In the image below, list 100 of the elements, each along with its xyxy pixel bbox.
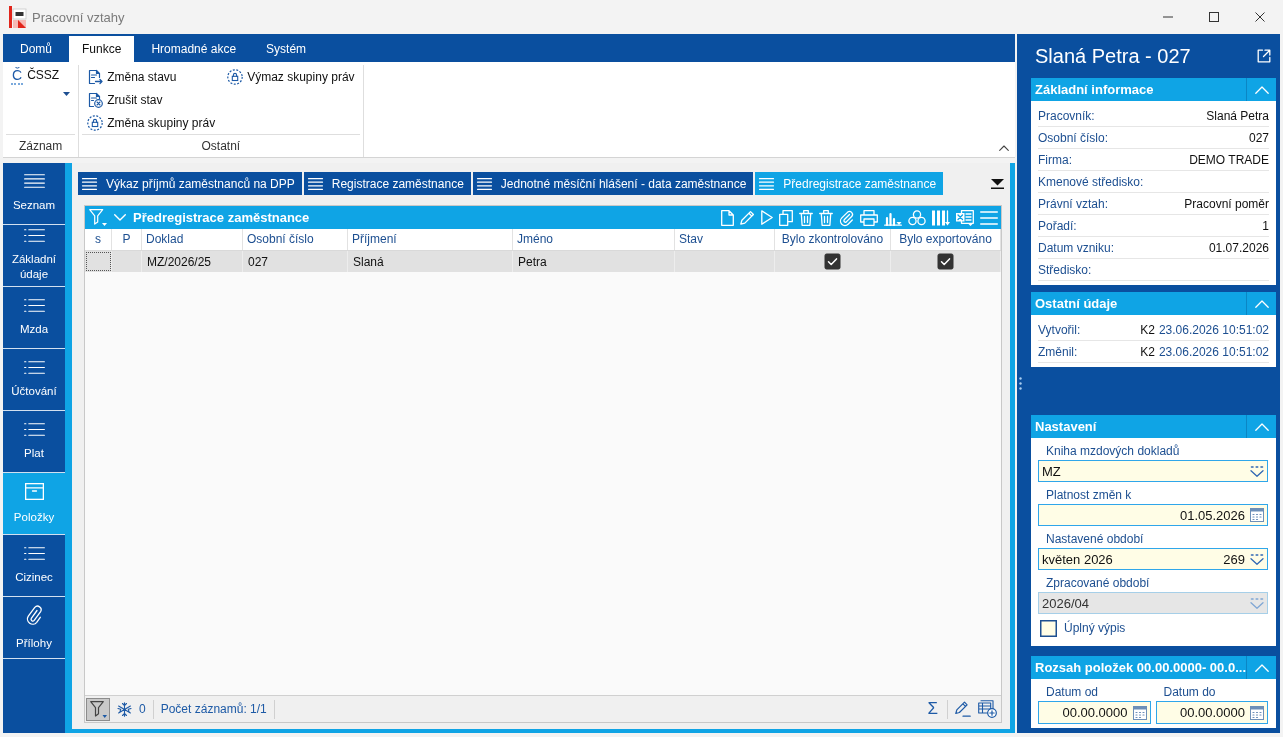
chevron-down-icon[interactable]: [114, 214, 126, 221]
field-label: Datum od: [1045, 684, 1100, 701]
column-header[interactable]: Příjmení: [348, 229, 513, 250]
field-value: DEMO TRADE: [1189, 152, 1269, 167]
chevron-up-icon[interactable]: [999, 145, 1009, 151]
calendar-icon[interactable]: [1250, 705, 1264, 720]
pencil-icon[interactable]: [955, 701, 971, 717]
lines-icon: [23, 174, 45, 188]
caret-down-icon: [63, 92, 71, 96]
field-label: Pořadí:: [1038, 218, 1077, 233]
trash-icon[interactable]: [799, 209, 813, 226]
copy-icon[interactable]: [779, 209, 793, 226]
close-icon: [1255, 12, 1265, 22]
date-field[interactable]: 00.00.0000: [1038, 701, 1151, 724]
circles-icon[interactable]: [908, 209, 926, 226]
user-name: K2: [1140, 344, 1155, 359]
field-label: Právní vztah:: [1038, 196, 1109, 211]
ribbon-tab[interactable]: Domů: [7, 36, 65, 62]
document-tab[interactable]: Registrace zaměstnance: [303, 172, 471, 195]
document-tab[interactable]: Výkaz příjmů zaměstnanců na DPP: [78, 172, 302, 195]
ribbon-tab[interactable]: Systém: [253, 36, 320, 62]
column-header[interactable]: Stav: [675, 229, 775, 250]
paperclip-icon[interactable]: [839, 209, 854, 226]
column-header[interactable]: Jméno: [513, 229, 675, 250]
menu-icon[interactable]: [980, 210, 998, 225]
ribbon-button[interactable]: Zrušit stav: [85, 88, 218, 111]
field-label: Změnil:: [1038, 344, 1078, 359]
document-arrow-icon: [87, 68, 104, 85]
column-header[interactable]: Bylo exportováno: [891, 229, 1001, 250]
ribbon-tab[interactable]: Hromadné akce: [138, 36, 250, 62]
date-field[interactable]: 01.05.2026: [1038, 504, 1268, 526]
field-label: Vytvořil:: [1038, 322, 1081, 337]
ribbon-button[interactable]: Změna skupiny práv: [85, 111, 218, 134]
spreadsheet-icon[interactable]: [956, 209, 974, 226]
column-header[interactable]: s: [85, 229, 112, 250]
field-value: 1: [1262, 218, 1269, 233]
field-label: Kniha mzdových dokladů: [1045, 443, 1181, 460]
section-title: Rozsah položek 00.00.0000- 00.0...: [1034, 660, 1246, 675]
paperclip-icon: [26, 604, 42, 626]
lines-icon: [307, 177, 323, 190]
field-label: Nastavené období: [1045, 531, 1145, 548]
play-icon[interactable]: [761, 210, 773, 225]
sum-button[interactable]: Σ: [925, 699, 940, 719]
new-document-icon[interactable]: [721, 209, 734, 226]
field-label: Osobní číslo:: [1038, 130, 1109, 145]
triangle-down-icon[interactable]: [991, 178, 1004, 189]
table-add-icon[interactable]: [978, 700, 997, 718]
user-name: K2: [1140, 322, 1155, 337]
checkbox[interactable]: [825, 254, 840, 269]
filter-button[interactable]: [86, 697, 110, 721]
grid-title: Předregistrace zaměstnance: [133, 210, 310, 225]
printer-icon[interactable]: [860, 209, 878, 226]
trash-icon[interactable]: [819, 209, 833, 226]
columns-icon[interactable]: [932, 209, 950, 226]
record-count: Počet záznamů: 1/1: [160, 702, 267, 716]
list-icon: [23, 229, 45, 242]
field-label: Datum do: [1162, 684, 1217, 701]
dropdown-icon[interactable]: [1250, 553, 1264, 565]
timestamp: 23.06.2026 10:51:02: [1158, 344, 1269, 359]
table-row[interactable]: MZ/2026/25 027 Slaná Petra: [85, 251, 1001, 272]
filter-icon[interactable]: [89, 209, 107, 226]
dropdown-button[interactable]: Č ČSSZ: [9, 65, 73, 99]
calendar-icon[interactable]: [1132, 705, 1147, 720]
field-value: 01.07.2026: [1208, 240, 1269, 255]
timestamp: 23.06.2026 10:51:02: [1158, 322, 1269, 337]
checkbox-label: Úplný výpis: [1064, 621, 1126, 635]
column-header[interactable]: Osobní číslo: [243, 229, 348, 250]
lock-circle-icon: [227, 68, 244, 85]
checkbox[interactable]: [938, 254, 953, 269]
document-tab[interactable]: Jednotné měsíční hlášení - data zaměstnance: [472, 172, 754, 195]
checkbox[interactable]: [1040, 619, 1057, 637]
lines-icon: [759, 177, 775, 190]
list-icon: [23, 360, 45, 374]
date-field[interactable]: 00.00.0000: [1155, 701, 1268, 724]
lines-icon: [82, 177, 97, 190]
column-header[interactable]: Bylo zkontrolováno: [775, 229, 891, 250]
dropdown-field[interactable]: MZ: [1038, 460, 1268, 482]
splitter-handle[interactable]: [1019, 377, 1022, 390]
column-header[interactable]: P: [112, 229, 142, 250]
ribbon-button[interactable]: Změna stavu: [85, 65, 218, 88]
field-value: Pracovní poměr: [1184, 196, 1269, 211]
frozen-count: 0: [139, 702, 146, 716]
dropdown-icon[interactable]: [1250, 465, 1264, 477]
group-label: Ostatní: [82, 134, 360, 157]
field-label: Středisko:: [1038, 262, 1092, 277]
section-title: Základní informace: [1034, 82, 1155, 97]
section-title: Nastavení: [1034, 419, 1098, 434]
external-link-icon[interactable]: [1257, 49, 1271, 63]
section-title: Ostatní údaje: [1034, 296, 1119, 311]
document-x-icon: [87, 91, 104, 108]
box-icon: [24, 482, 44, 500]
dropdown-field[interactable]: květen 2026 269: [1038, 548, 1268, 570]
ribbon-tab[interactable]: Funkce: [69, 36, 135, 62]
snowflake-icon[interactable]: [117, 701, 132, 717]
field-label: Platnost změn k: [1045, 487, 1133, 504]
column-header[interactable]: Doklad: [142, 229, 243, 250]
field-label: Datum vzniku:: [1038, 240, 1115, 255]
calendar-icon[interactable]: [1250, 508, 1264, 522]
field-label: Pracovník:: [1038, 108, 1095, 123]
ribbon-button[interactable]: Výmaz skupiny práv: [225, 65, 357, 88]
